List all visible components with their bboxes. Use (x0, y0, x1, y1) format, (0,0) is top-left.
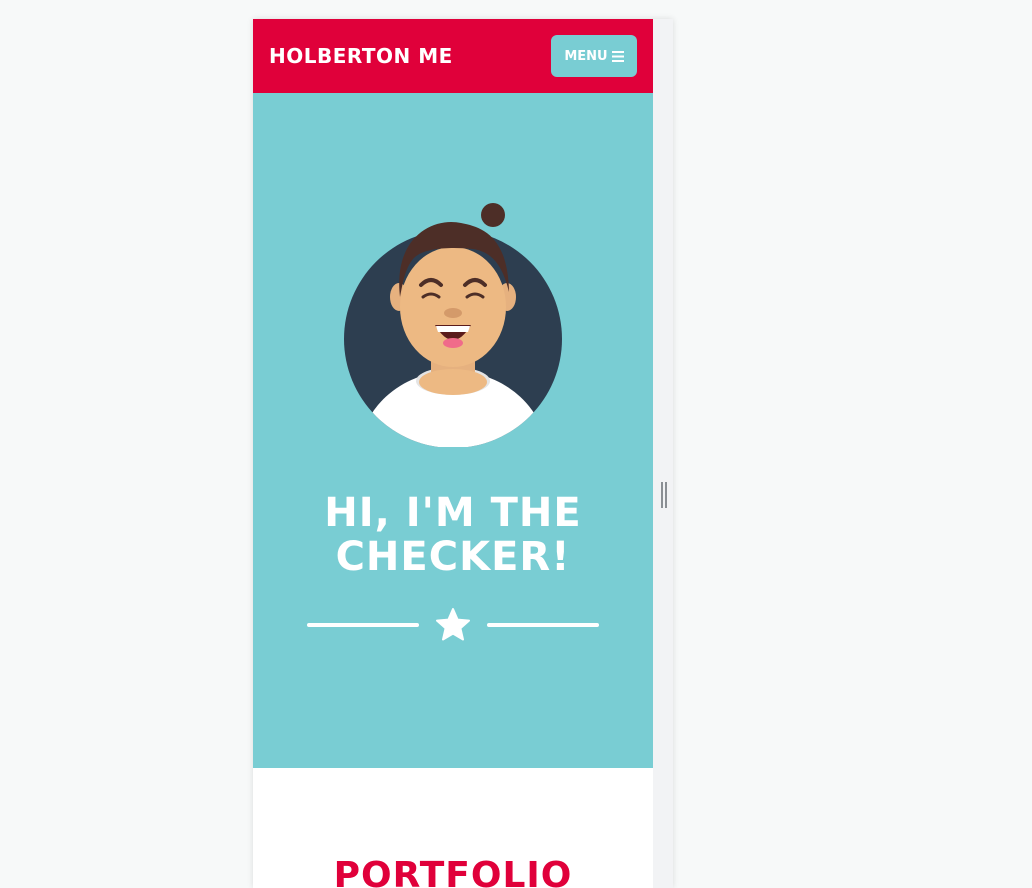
menu-button-label: MENU (564, 48, 608, 64)
hero-title-line2: CHECKER! (335, 534, 571, 580)
resize-handle[interactable] (661, 482, 667, 508)
avatar-illustration (344, 203, 562, 447)
brand-logo[interactable]: HOLBERTON ME (269, 44, 453, 68)
hero-section: HI, I'M THE CHECKER! (253, 93, 653, 768)
divider-line-right (487, 623, 599, 627)
hero-title: HI, I'M THE CHECKER! (253, 491, 653, 579)
device-frame: HOLBERTON ME MENU HI, I'M THE CHECKER! P… (253, 19, 673, 888)
divider-line-left (307, 623, 419, 627)
hero-title-line1: HI, I'M THE (324, 490, 582, 536)
hamburger-icon (611, 50, 624, 62)
portfolio-section: PORTFOLIO (253, 768, 653, 888)
star-divider (307, 607, 599, 643)
star-icon (436, 608, 470, 641)
menu-button[interactable]: MENU (551, 35, 637, 77)
navbar: HOLBERTON ME MENU (253, 19, 653, 93)
portfolio-title: PORTFOLIO (333, 855, 573, 888)
page-viewport: HOLBERTON ME MENU HI, I'M THE CHECKER! P… (253, 19, 653, 888)
